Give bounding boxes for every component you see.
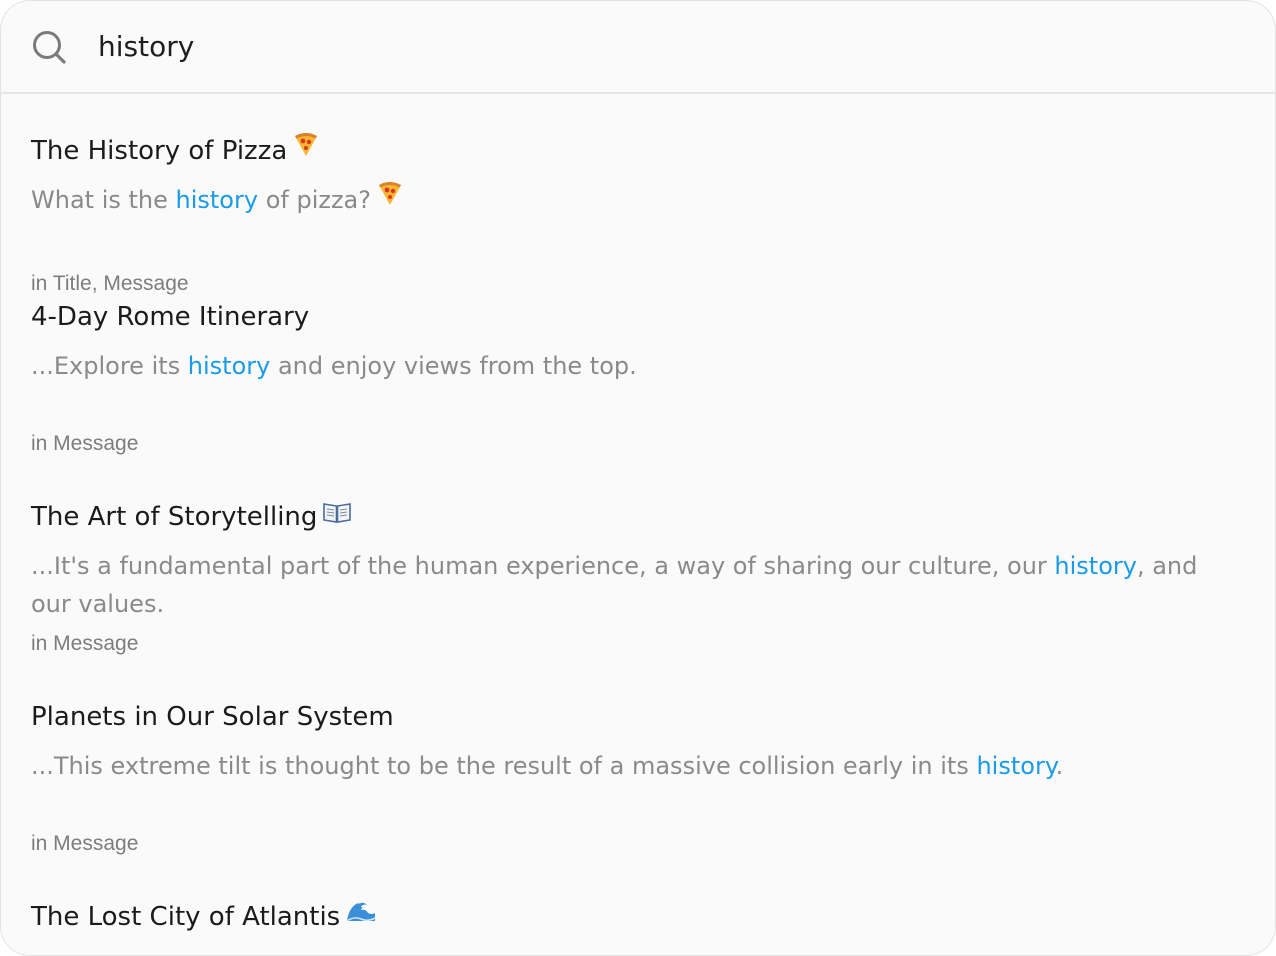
- result-snippet: ...Explore its history and enjoy views f…: [31, 352, 637, 380]
- search-window: The History of Pizza What is the history…: [0, 0, 1276, 956]
- result-title: Planets in Our Solar System: [31, 702, 394, 732]
- search-input[interactable]: [98, 23, 1198, 69]
- result-match-location: in Message: [31, 832, 139, 855]
- pizza-icon: [293, 131, 319, 166]
- result-snippet: What is the history of pizza?: [31, 181, 1221, 219]
- search-icon: [33, 31, 66, 64]
- match-highlight: history: [976, 752, 1056, 780]
- search-bar: [1, 1, 1275, 94]
- open-book-icon: [323, 498, 352, 532]
- match-highlight: history: [175, 186, 259, 214]
- water-wave-icon: [346, 897, 376, 932]
- result-title: The Lost City of Atlantis: [31, 900, 376, 934]
- result-snippet: ...It's a fundamental part of the human …: [31, 552, 1198, 618]
- result-title: 4-Day Rome Itinerary: [31, 302, 310, 332]
- result-title: The History of Pizza: [31, 131, 319, 168]
- scroll-fade: [1, 945, 1275, 955]
- match-highlight: history: [187, 352, 271, 380]
- result-title: The Art of Storytelling: [31, 498, 352, 534]
- result-match-location: in Message: [31, 632, 139, 655]
- result-match-location: in Message: [31, 432, 139, 455]
- result-match-location: in Title, Message: [31, 272, 189, 295]
- match-highlight: history: [1054, 552, 1137, 580]
- result-snippet: ...This extreme tilt is thought to be th…: [31, 752, 1064, 780]
- pizza-icon: [377, 179, 403, 217]
